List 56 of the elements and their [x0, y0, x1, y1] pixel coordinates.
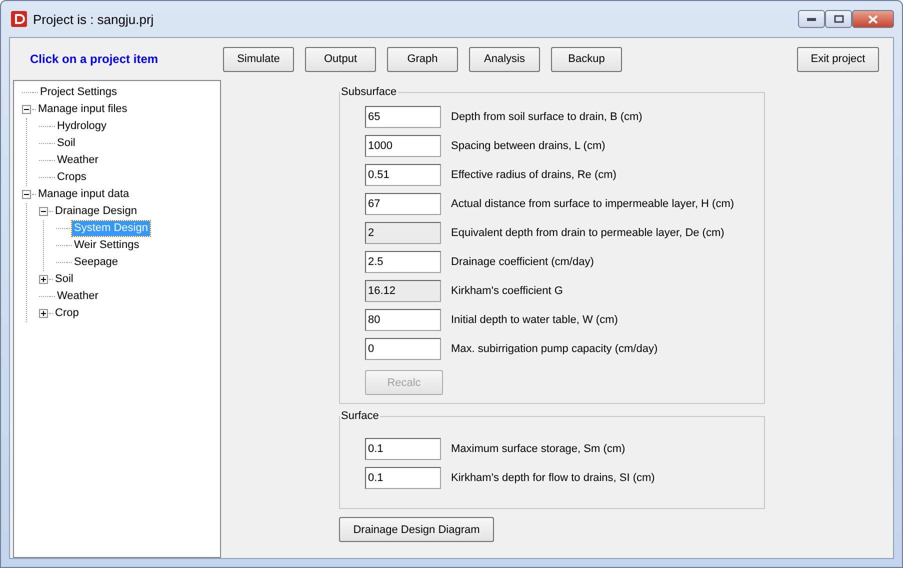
tree-item[interactable]: Crop — [53, 306, 81, 321]
field-label: Spacing between drains, L (cm) — [451, 140, 606, 152]
tree-item[interactable]: Hydrology — [55, 119, 109, 134]
tree-item[interactable]: Crops — [55, 170, 88, 185]
field-label: Initial depth to water table, W (cm) — [451, 314, 618, 326]
field-label: Max. subirrigation pump capacity (cm/day) — [451, 342, 658, 354]
exit-button[interactable]: Exit project — [797, 46, 879, 72]
tree-item[interactable]: Drainage Design — [53, 204, 139, 219]
input-field[interactable]: 67 — [365, 192, 441, 214]
field-label: Drainage coefficient (cm/day) — [451, 256, 594, 268]
group-title: Surface — [340, 410, 380, 422]
expand-icon[interactable] — [39, 275, 48, 284]
window-title: Project is : sangju.prj — [33, 12, 154, 26]
field-label: Depth from soil surface to drain, B (cm) — [451, 110, 642, 122]
field-label: Equivalent depth from drain to permeable layer, De (cm) — [451, 226, 724, 238]
diagram-button[interactable]: Drainage Design Diagram — [339, 517, 494, 542]
input-field[interactable]: 0.1 — [365, 438, 441, 460]
toolbar-button[interactable]: Output — [305, 46, 376, 72]
expand-icon[interactable] — [39, 309, 48, 318]
toolbar-button[interactable]: Backup — [551, 46, 622, 72]
maximize-button[interactable] — [825, 10, 852, 28]
tree-item[interactable]: Seepage — [72, 255, 120, 270]
collapse-icon[interactable] — [22, 190, 31, 199]
toolbar-button[interactable]: Graph — [387, 46, 458, 72]
field-label: Kirkham's coefficient G — [451, 284, 563, 296]
tree-item[interactable]: Project Settings — [38, 85, 120, 100]
collapse-icon[interactable] — [22, 105, 31, 114]
tree-item[interactable]: Manage input data — [36, 187, 132, 202]
group-title: Subsurface — [340, 86, 398, 98]
tree-item[interactable]: Weir Settings — [72, 238, 142, 253]
tree-item[interactable]: Manage input files — [36, 102, 130, 117]
input-field[interactable]: 80 — [365, 308, 441, 330]
minimize-button[interactable] — [798, 10, 825, 28]
toolbar-button[interactable]: Simulate — [223, 46, 294, 72]
field-label: Effective radius of drains, Re (cm) — [451, 168, 616, 180]
tree-item[interactable]: Soil — [53, 272, 76, 287]
input-field[interactable]: 2.5 — [365, 250, 441, 272]
hint-text: Click on a project item — [30, 52, 160, 66]
input-field[interactable]: 0 — [365, 338, 441, 360]
input-field[interactable]: 1000 — [365, 134, 441, 156]
minimize-icon — [807, 17, 816, 21]
maximize-icon — [834, 15, 844, 23]
collapse-icon[interactable] — [39, 207, 48, 216]
toolbar-button[interactable]: Analysis — [469, 46, 540, 72]
close-icon — [868, 14, 878, 24]
field-label: Kirkham's depth for flow to drains, SI (cm) — [451, 472, 655, 484]
app-icon — [11, 11, 27, 27]
tree-item[interactable]: Weather — [55, 153, 100, 168]
field-label: Maximum surface storage, Sm (cm) — [451, 442, 626, 454]
tree-item[interactable]: Weather — [55, 289, 100, 304]
tree-item[interactable]: Soil — [55, 136, 78, 151]
input-field[interactable]: 0.1 — [365, 466, 441, 488]
input-field[interactable]: 0.51 — [365, 164, 441, 186]
close-button[interactable] — [852, 10, 894, 28]
input-field[interactable]: 65 — [365, 106, 441, 128]
field-label: Actual distance from surface to impermeable layer, H (cm) — [451, 198, 734, 210]
